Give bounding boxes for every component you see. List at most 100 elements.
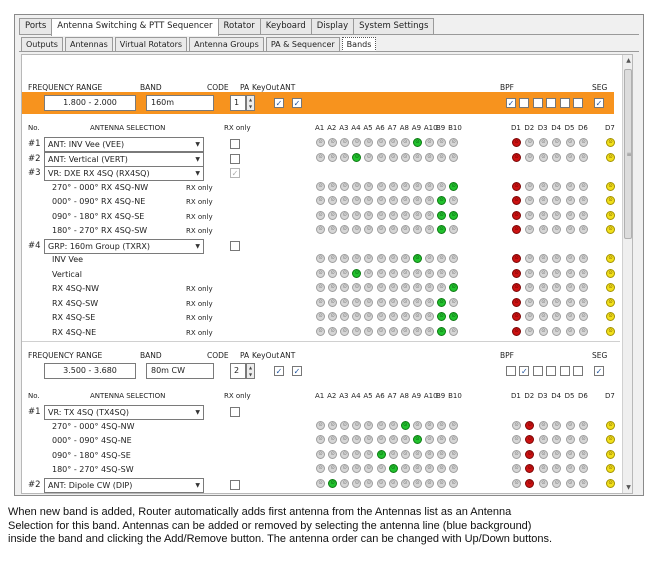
antenna-led-indicator[interactable]: ⊙ (412, 478, 422, 488)
dropdown-arrow-icon[interactable]: ▼ (195, 479, 200, 492)
bpf-led-indicator[interactable]: ⊙ (525, 478, 535, 488)
bpf-led-indicator[interactable]: ⊙ (552, 420, 562, 430)
antenna-led-indicator[interactable]: ⊙ (376, 268, 386, 278)
antenna-led-indicator[interactable]: ⊙ (412, 152, 422, 162)
bpf-led-indicator[interactable]: ⊙ (512, 283, 521, 292)
antenna-led-indicator[interactable]: ⊙ (400, 268, 410, 278)
seg-led-indicator[interactable]: ⊙ (606, 181, 615, 191)
dropdown-arrow-icon[interactable]: ▼ (195, 167, 200, 180)
antenna-led-indicator[interactable]: ⊙ (437, 181, 446, 191)
seg-led-indicator[interactable]: ⊙ (606, 225, 615, 234)
antenna-selection-row[interactable]: #1 VR: TX 4SQ (TX4SQ) ▼ (28, 405, 614, 420)
antenna-led-indicator[interactable]: ⊙ (328, 420, 338, 430)
antenna-led-indicator[interactable]: ⊙ (340, 254, 350, 263)
antenna-led-indicator[interactable]: ⊙ (376, 449, 386, 459)
bpf-led-indicator[interactable]: ⊙ (565, 254, 575, 263)
rx-only-checkbox[interactable] (230, 407, 240, 417)
bpf-led-indicator[interactable]: ⊙ (565, 268, 575, 278)
antenna-led-indicator[interactable]: ⊙ (449, 152, 459, 162)
bpf-led-indicator[interactable]: ⊙ (525, 138, 535, 147)
antenna-led-indicator[interactable]: ⊙ (400, 449, 410, 459)
antenna-led-indicator[interactable]: ⊙ (376, 138, 386, 147)
seg-led-indicator[interactable]: ⊙ (606, 152, 615, 162)
bpf-led-indicator[interactable]: ⊙ (525, 152, 535, 162)
antenna-led-indicator[interactable]: ⊙ (376, 181, 386, 191)
bpf-checkbox[interactable] (573, 366, 583, 376)
antenna-led-indicator[interactable]: ⊙ (412, 181, 422, 191)
antenna-led-indicator[interactable]: ⊙ (412, 326, 422, 336)
antenna-led-indicator[interactable]: ⊙ (364, 312, 374, 321)
sub-tab[interactable]: Outputs (21, 37, 63, 52)
band-name-field[interactable]: 80m CW (146, 363, 214, 379)
antenna-led-indicator[interactable]: ⊙ (449, 138, 459, 147)
bpf-led-indicator[interactable]: ⊙ (565, 464, 575, 473)
bpf-led-indicator[interactable]: ⊙ (512, 210, 521, 220)
antenna-led-indicator[interactable]: ⊙ (364, 268, 374, 278)
antenna-led-indicator[interactable]: ⊙ (376, 478, 386, 488)
bpf-led-indicator[interactable]: ⊙ (579, 449, 588, 459)
antenna-led-indicator[interactable]: ⊙ (328, 268, 338, 278)
bpf-led-indicator[interactable]: ⊙ (552, 210, 562, 220)
antenna-led-indicator[interactable]: ⊙ (364, 326, 374, 336)
antenna-led-indicator[interactable]: ⊙ (424, 283, 434, 292)
bpf-led-indicator[interactable]: ⊙ (512, 225, 521, 234)
antenna-led-indicator[interactable]: ⊙ (376, 283, 386, 292)
antenna-led-indicator[interactable]: ⊙ (316, 283, 325, 292)
antenna-led-indicator[interactable]: ⊙ (449, 210, 459, 220)
antenna-led-indicator[interactable]: ⊙ (424, 478, 434, 488)
bpf-led-indicator[interactable]: ⊙ (512, 449, 521, 459)
antenna-led-indicator[interactable]: ⊙ (400, 138, 410, 147)
antenna-selection-row[interactable]: #3 VR: DXE RX 4SQ (RX4SQ) ▼ ✓ (28, 166, 614, 181)
antenna-led-indicator[interactable]: ⊙ (449, 464, 459, 473)
antenna-led-indicator[interactable]: ⊙ (340, 181, 350, 191)
antenna-led-indicator[interactable]: ⊙ (352, 210, 362, 220)
bpf-checkbox[interactable] (519, 98, 530, 108)
bpf-led-indicator[interactable]: ⊙ (512, 254, 521, 263)
antenna-led-indicator[interactable]: ⊙ (412, 196, 422, 205)
keyout-checkbox[interactable]: ✓ (292, 98, 302, 108)
antenna-led-indicator[interactable]: ⊙ (400, 181, 410, 191)
antenna-led-indicator[interactable]: ⊙ (388, 478, 398, 488)
bpf-led-indicator[interactable]: ⊙ (579, 210, 588, 220)
antenna-selection-row[interactable]: #4 GRP: 160m Group (TXRX) ▼ (28, 238, 614, 254)
bpf-led-indicator[interactable]: ⊙ (525, 181, 535, 191)
antenna-sub-row[interactable]: RX 4SQ-SE RX only ⊙ ⊙ ⊙ ⊙ ⊙ ⊙ ⊙ ⊙ ⊙ ⊙ ⊙ ⊙ ⊙ ⊙ ⊙ ⊙ ⊙ ⊙ ⊙ (28, 311, 615, 325)
antenna-led-indicator[interactable]: ⊙ (437, 225, 446, 234)
antenna-led-indicator[interactable]: ⊙ (316, 464, 325, 473)
antenna-led-indicator[interactable]: ⊙ (388, 138, 398, 147)
antenna-led-indicator[interactable]: ⊙ (376, 435, 386, 444)
bpf-led-indicator[interactable]: ⊙ (525, 283, 535, 292)
bpf-led-indicator[interactable]: ⊙ (525, 254, 535, 263)
sub-tab[interactable]: Bands (341, 37, 377, 52)
bpf-led-indicator[interactable]: ⊙ (579, 478, 588, 488)
rx-only-checkbox[interactable] (230, 153, 240, 164)
antenna-led-indicator[interactable]: ⊙ (328, 225, 338, 234)
antenna-led-indicator[interactable]: ⊙ (424, 138, 434, 147)
scrollbar-thumb[interactable]: ≡ (624, 69, 632, 239)
antenna-led-indicator[interactable]: ⊙ (424, 210, 434, 220)
antenna-led-indicator[interactable]: ⊙ (352, 297, 362, 307)
main-tab[interactable]: Display (310, 18, 355, 35)
antenna-led-indicator[interactable]: ⊙ (340, 420, 350, 430)
spin-down-icon[interactable]: ▼ (247, 103, 254, 110)
antenna-led-indicator[interactable]: ⊙ (449, 297, 459, 307)
antenna-led-indicator[interactable]: ⊙ (424, 464, 434, 473)
bpf-led-indicator[interactable]: ⊙ (579, 326, 588, 336)
antenna-led-indicator[interactable]: ⊙ (352, 283, 362, 292)
bpf-led-indicator[interactable]: ⊙ (538, 138, 548, 147)
antenna-led-indicator[interactable]: ⊙ (352, 268, 362, 278)
antenna-led-indicator[interactable]: ⊙ (352, 152, 362, 162)
bpf-led-indicator[interactable]: ⊙ (565, 225, 575, 234)
seg-led-indicator[interactable]: ⊙ (606, 420, 615, 430)
antenna-led-indicator[interactable]: ⊙ (424, 268, 434, 278)
seg-led-indicator[interactable]: ⊙ (606, 478, 615, 488)
bpf-led-indicator[interactable]: ⊙ (525, 420, 535, 430)
antenna-led-indicator[interactable]: ⊙ (352, 326, 362, 336)
antenna-sub-row[interactable]: 180° - 270° 4SQ-SW ⊙ ⊙ ⊙ ⊙ ⊙ ⊙ ⊙ ⊙ ⊙ ⊙ ⊙ ⊙ ⊙ ⊙ ⊙ ⊙ ⊙ ⊙ ⊙ (28, 463, 615, 477)
antenna-led-indicator[interactable]: ⊙ (449, 435, 459, 444)
antenna-led-indicator[interactable]: ⊙ (412, 449, 422, 459)
antenna-led-indicator[interactable]: ⊙ (388, 312, 398, 321)
bpf-led-indicator[interactable]: ⊙ (579, 464, 588, 473)
antenna-led-indicator[interactable]: ⊙ (340, 225, 350, 234)
bpf-led-indicator[interactable]: ⊙ (579, 225, 588, 234)
